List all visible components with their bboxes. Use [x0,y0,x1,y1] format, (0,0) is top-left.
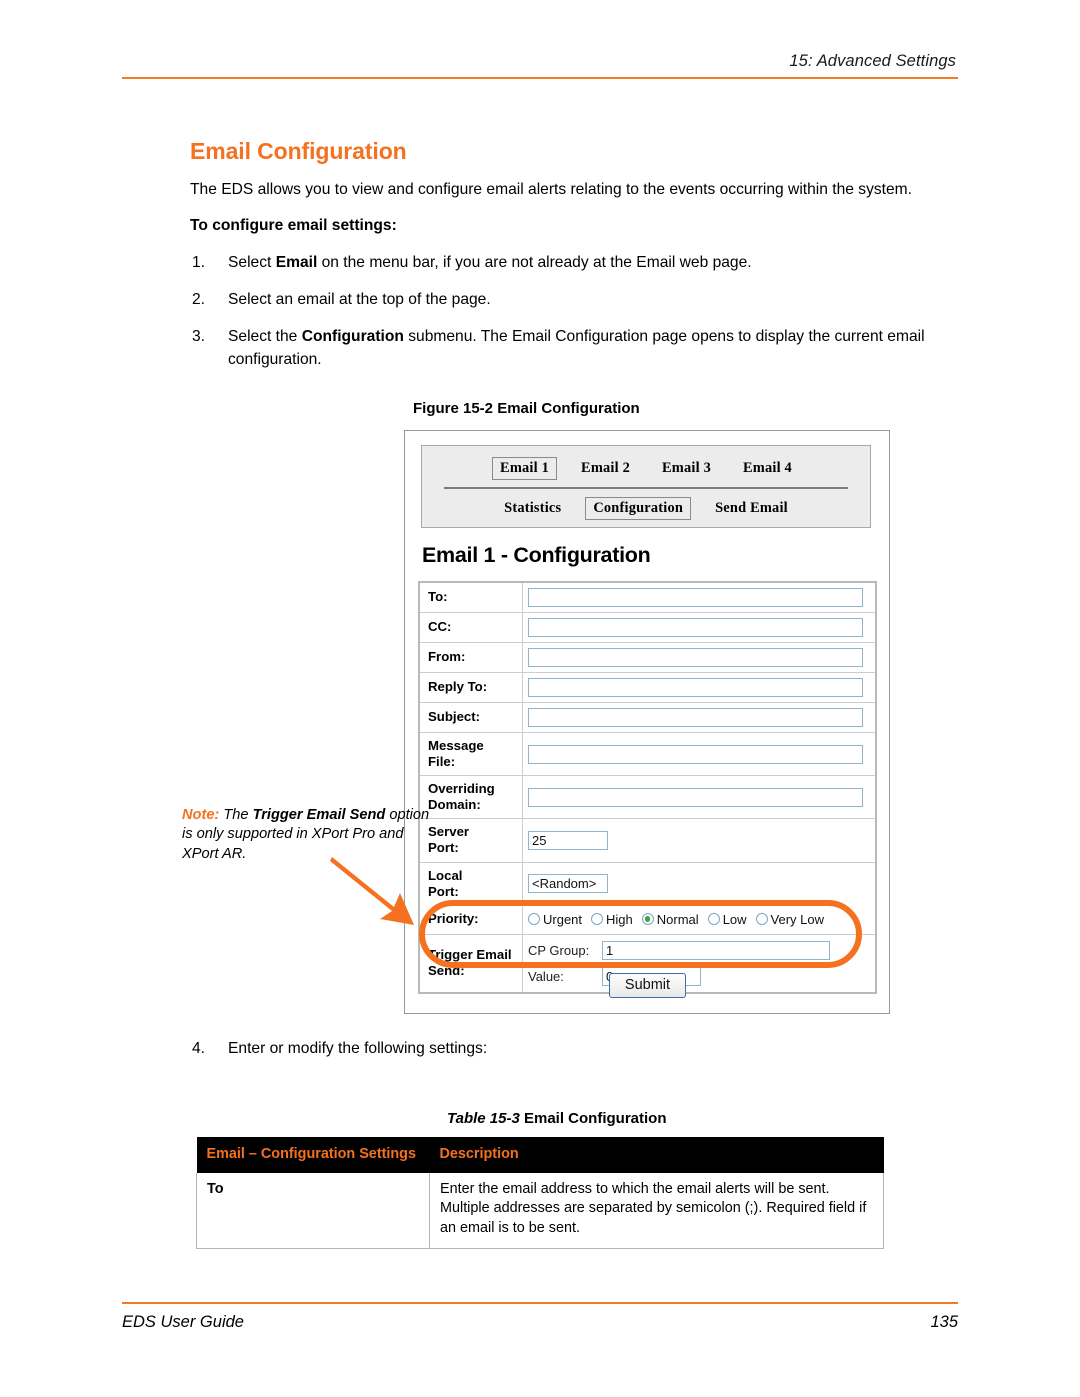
step-number: 2. [192,291,206,309]
step-4-number: 4. [192,1040,206,1057]
table-caption-number: Table 15-3 [447,1110,520,1127]
step-text: Select the Configuration submenu. The Em… [228,328,925,368]
step-text: Select Email on the menu bar, if you are… [228,254,752,272]
radio-label: Urgent [543,911,583,927]
form-row-priority: Priority: Urgent High Normal Low Very Low [420,904,875,935]
cp-group-input[interactable]: 1 [602,940,830,960]
cp-group-line: CP Group: 1 [528,940,869,960]
tab-email-1[interactable]: Email 1 [492,456,558,480]
radio-icon[interactable] [591,913,604,926]
settings-table: Email – Configuration Settings Descripti… [196,1137,884,1250]
from-label: From: [420,643,523,672]
table-header-row: Email – Configuration Settings Descripti… [196,1137,884,1174]
form-row-server-port: Server Port: 25 [420,819,875,863]
table-caption-text: Email Configuration [523,1110,667,1127]
message-file-input[interactable] [528,744,863,764]
table-header-settings: Email – Configuration Settings [196,1137,430,1174]
footer-guide-name: EDS User Guide [122,1313,244,1332]
subtab-statistics[interactable]: Statistics [496,497,569,520]
header-divider [122,77,958,80]
priority-option-low[interactable]: Low [707,911,747,927]
chapter-title: 15: Advanced Settings [789,52,956,70]
step-number: 1. [192,254,206,272]
step-2: 2. Select an email at the top of the page… [190,289,960,311]
step-number: 3. [192,328,206,346]
note-arrow-icon [330,857,414,925]
priority-option-urgent[interactable]: Urgent [528,912,582,927]
procedure-heading: To configure email settings: [190,217,397,235]
form-row-overriding-domain: Overriding Domain: [420,776,875,820]
radio-icon[interactable] [707,913,720,926]
to-input[interactable] [528,588,863,607]
message-file-label: Message File: [420,733,523,776]
email-tab-row: Email 1 Email 2 Email 3 Email 4 [422,446,870,487]
tab-email-2[interactable]: Email 2 [573,457,638,480]
radio-label: Normal [656,911,699,927]
radio-label: Very Low [770,911,825,927]
reply-to-label: Reply To: [420,673,523,702]
form-row-local-port: Local Port: <Random> [420,862,875,905]
overriding-domain-label: Overriding Domain: [420,776,523,819]
cc-label: CC: [420,613,523,642]
section-content: Email Configuration The EDS allows you t… [190,138,960,386]
tab-email-4[interactable]: Email 4 [735,457,800,480]
step-1: 1. Select Email on the menu bar, if you a… [190,252,960,274]
form-row-to: To: [420,583,875,613]
email-config-form: To: CC: From: Reply To: Subject: Message File:… [418,581,877,994]
footer-page-number: 135 [930,1313,958,1332]
form-row-reply-to: Reply To: [420,673,875,703]
page-footer: EDS User Guide 135 [122,1296,958,1332]
subject-input[interactable] [528,708,863,727]
figure-caption-text: Email Configuration [497,400,640,417]
figure-caption-number: Figure 15-2 [413,400,494,417]
to-label: To: [420,583,523,612]
submit-button[interactable]: Submit [608,973,687,998]
table-header-description: Description [429,1137,884,1174]
radio-icon[interactable] [641,913,654,926]
form-row-subject: Subject: [420,703,875,733]
from-input[interactable] [528,648,863,667]
panel-heading: Email 1 - Configuration [422,543,651,567]
intro-paragraph: The EDS allows you to view and configure… [190,181,912,198]
form-row-message-file: Message File: [420,733,875,777]
table-row: To Enter the email address to which the e… [196,1173,884,1250]
submenu-tab-row: Statistics Configuration Send Email [422,489,870,528]
form-row-from: From: [420,643,875,673]
step-4-text: Enter or modify the following settings: [228,1040,488,1057]
subject-label: Subject: [420,703,523,732]
step-4: 4. Enter or modify the following settings… [190,1040,928,1058]
priority-option-very-low[interactable]: Very Low [755,911,825,927]
cc-input[interactable] [528,618,863,637]
reply-to-input[interactable] [528,678,863,697]
subtab-configuration[interactable]: Configuration [585,497,692,521]
overriding-domain-input[interactable] [528,787,863,807]
priority-radio-group[interactable]: Urgent High Normal Low Very Low [528,912,824,927]
step-text: Select an email at the top of the page. [228,291,491,309]
note-keyword: Note: [182,807,220,823]
page-header: 15: Advanced Settings [122,52,958,80]
cp-group-label: CP Group: [528,942,590,958]
radio-icon[interactable] [528,913,540,926]
priority-option-high[interactable]: High [591,912,633,927]
table-cell-setting: To [196,1173,430,1250]
figure-caption: Figure 15-2 Email Configuration [413,400,640,417]
step-3: 3. Select the Configuration submenu. The … [190,326,960,370]
radio-label: High [606,911,633,927]
form-row-cc: CC: [420,613,875,643]
app-nav-panel: Email 1 Email 2 Email 3 Email 4 Statistics C… [421,445,871,528]
table-caption: Table 15-3 Email Configuration [447,1110,666,1127]
tab-email-3[interactable]: Email 3 [654,457,719,480]
local-port-input[interactable]: <Random> [528,874,608,894]
priority-option-normal[interactable]: Normal [641,911,699,927]
server-port-input[interactable]: 25 [528,830,608,850]
submit-row: Submit [418,973,877,998]
radio-label: Low [722,911,747,927]
figure-screenshot: Email 1 Email 2 Email 3 Email 4 Statistics C… [404,430,890,1014]
table-cell-description: Enter the email address to which the ema… [429,1173,884,1250]
procedure-steps: 1. Select Email on the menu bar, if you a… [190,252,960,371]
subtab-send-email[interactable]: Send Email [707,497,796,520]
page-title: Email Configuration [190,138,407,164]
radio-icon[interactable] [755,913,768,926]
